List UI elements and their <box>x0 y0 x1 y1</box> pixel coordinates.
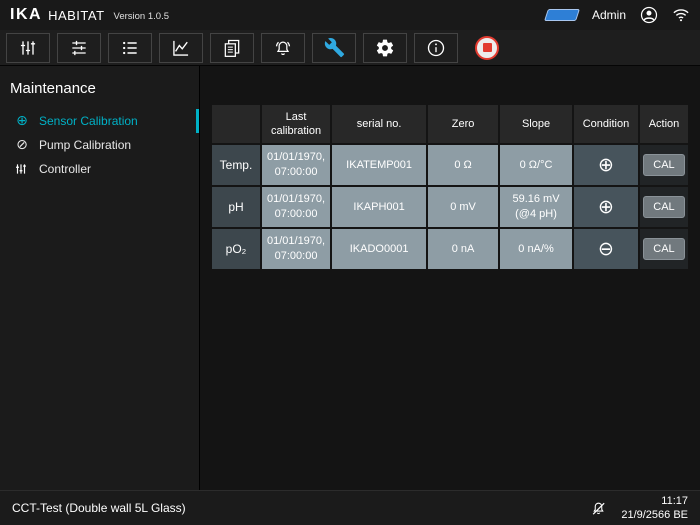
controller-sliders-icon <box>14 162 30 176</box>
last-calibration-cell: 01/01/1970, 07:00:00 <box>261 229 331 269</box>
app-name: HABITAT <box>48 7 105 23</box>
app-version: Version 1.0.5 <box>113 10 169 22</box>
slope-cell: 0 Ω/°C <box>500 145 572 185</box>
cal-button-ph[interactable]: CAL <box>643 196 685 218</box>
maintenance-button[interactable] <box>312 32 356 63</box>
action-cell: CAL <box>639 187 688 227</box>
user-name: Admin <box>591 8 626 22</box>
main-panel: Last calibration serial no. Zero Slope C… <box>200 66 700 490</box>
cal-button-po2[interactable]: CAL <box>643 238 685 260</box>
column-header: Slope <box>500 105 572 143</box>
condition-cell: ⊖ <box>573 229 638 269</box>
zero-cell: 0 mV <box>428 187 499 227</box>
alarms-button[interactable] <box>261 32 305 63</box>
column-header <box>212 105 260 143</box>
record-stop-button[interactable] <box>465 32 509 63</box>
process-tune-icon <box>72 40 86 55</box>
settings-button[interactable] <box>363 32 407 63</box>
column-header: Zero <box>428 105 499 143</box>
last-calibration-cell: 01/01/1970, 07:00:00 <box>261 187 331 227</box>
sidebar-item-sensor-calibration[interactable]: ⊕ Sensor Calibration <box>0 109 199 133</box>
table-row-ph: pH 01/01/1970, 07:00:00 IKAPH001 0 mV 59… <box>212 187 688 227</box>
column-header: Condition <box>573 105 638 143</box>
alarm-bell-icon <box>275 41 291 55</box>
gear-icon <box>376 39 394 56</box>
probe-levels-button[interactable] <box>6 32 50 63</box>
date-text: 21/9/2566 BE <box>621 509 688 521</box>
wrench-icon <box>324 37 344 58</box>
zero-cell: 0 Ω <box>428 145 499 185</box>
cal-button-temp[interactable]: CAL <box>643 154 685 176</box>
ika-logo: IKA <box>10 6 43 23</box>
user-avatar-icon[interactable] <box>640 6 658 24</box>
header-bar: IKA HABITAT Version 1.0.5 Admin <box>0 0 700 30</box>
clock: 11:17 21/9/2566 BE <box>621 494 688 523</box>
slope-cell: 0 nA/% <box>500 229 572 269</box>
sidebar-item-pump-calibration[interactable]: ⊘ Pump Calibration <box>0 133 199 157</box>
reports-button[interactable] <box>210 32 254 63</box>
zero-cell: 0 nA <box>428 229 499 269</box>
condition-plus-icon: ⊕ <box>598 153 614 176</box>
action-cell: CAL <box>639 229 688 269</box>
trend-chart-icon <box>173 40 189 56</box>
last-calibration-cell: 01/01/1970, 07:00:00 <box>261 145 331 185</box>
vessel-name: CCT-Test (Double wall 5L Glass) <box>12 501 186 515</box>
wifi-icon <box>672 6 690 24</box>
process-tune-button[interactable] <box>57 32 101 63</box>
list-button[interactable] <box>108 32 152 63</box>
table-row-temp: Temp. 01/01/1970, 07:00:00 IKATEMP001 0 … <box>212 145 688 185</box>
pump-slash-circle-icon: ⊘ <box>16 137 28 153</box>
sidebar-item-label: Controller <box>39 162 92 176</box>
column-header: Last calibration <box>261 105 331 143</box>
battery-icon <box>544 9 580 21</box>
serial-cell: IKADO0001 <box>332 229 427 269</box>
record-stop-icon <box>475 35 499 60</box>
sidebar: Maintenance ⊕ Sensor Calibration ⊘ Pump … <box>0 66 200 490</box>
row-label: Temp. <box>212 145 260 185</box>
condition-minus-icon: ⊖ <box>598 237 614 260</box>
info-icon <box>427 39 445 56</box>
action-cell: CAL <box>639 145 688 185</box>
table-row-po2: pO₂ 01/01/1970, 07:00:00 IKADO0001 0 nA … <box>212 229 688 269</box>
info-button[interactable] <box>414 32 458 63</box>
slope-cell: 59.16 mV (@4 pH) <box>500 187 572 227</box>
serial-cell: IKATEMP001 <box>332 145 427 185</box>
probe-levels-icon <box>20 40 36 55</box>
table-header-row: Last calibration serial no. Zero Slope C… <box>212 105 688 143</box>
status-bar: CCT-Test (Double wall 5L Glass) 11:17 21… <box>0 490 700 525</box>
app-window: IKA HABITAT Version 1.0.5 Admin Maintena… <box>0 0 700 525</box>
sensor-target-icon: ⊕ <box>16 113 28 129</box>
serial-cell: IKAPH001 <box>332 187 427 227</box>
time-text: 11:17 <box>661 494 688 507</box>
alarm-muted-icon[interactable] <box>590 500 607 517</box>
sidebar-title: Maintenance <box>10 80 96 97</box>
column-header: serial no. <box>332 105 427 143</box>
trend-chart-button[interactable] <box>159 32 203 63</box>
condition-cell: ⊕ <box>573 145 638 185</box>
reports-icon <box>224 39 240 57</box>
sidebar-item-label: Pump Calibration <box>39 138 132 152</box>
list-icon <box>123 41 137 54</box>
condition-plus-icon: ⊕ <box>598 195 614 218</box>
sidebar-item-controller[interactable]: Controller <box>0 157 199 181</box>
main-toolbar <box>0 30 700 66</box>
calibration-table: Last calibration serial no. Zero Slope C… <box>210 103 690 271</box>
condition-cell: ⊕ <box>573 187 638 227</box>
row-label: pO₂ <box>212 229 260 269</box>
row-label: pH <box>212 187 260 227</box>
column-header: Action <box>639 105 688 143</box>
sidebar-item-label: Sensor Calibration <box>39 114 138 128</box>
